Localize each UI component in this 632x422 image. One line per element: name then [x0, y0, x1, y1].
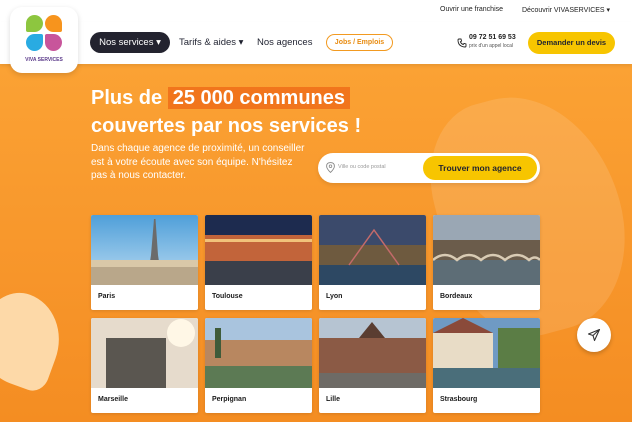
logo-leaf-icon: [26, 15, 43, 32]
nav-agences[interactable]: Nos agences: [257, 32, 312, 53]
city-name: Lille: [326, 396, 341, 403]
logo-bottle-icon: [45, 15, 62, 32]
city-name: Lyon: [326, 293, 343, 300]
agency-search: Ville ou code postal Trouver mon agence: [318, 153, 540, 183]
city-card-strasbourg[interactable]: Strasbourg: [433, 318, 540, 413]
find-agency-button[interactable]: Trouver mon agence: [423, 156, 537, 180]
paper-plane-icon: [587, 328, 601, 342]
jobs-button[interactable]: Jobs / Emplois: [326, 34, 393, 51]
city-card-marseille[interactable]: Marseille: [91, 318, 198, 413]
nav-services[interactable]: Nos services ▾: [90, 32, 170, 53]
city-name: Toulouse: [212, 293, 243, 300]
city-card-lille[interactable]: Lille: [319, 318, 426, 413]
city-card-toulouse[interactable]: Toulouse: [205, 215, 312, 310]
logo-person-icon: [45, 34, 62, 51]
main-nav: Nos services ▾ Tarifs & aides ▾ Nos agen…: [0, 22, 632, 64]
city-name: Perpignan: [212, 396, 247, 403]
location-pin-icon: [326, 162, 335, 173]
hero-title-prefix: Plus de: [91, 87, 168, 109]
decorative-map-shape: [412, 74, 632, 354]
city-card-bordeaux[interactable]: Bordeaux: [433, 215, 540, 310]
phone-icon: [457, 38, 467, 48]
city-card-paris[interactable]: Paris: [91, 215, 198, 310]
decorative-blob: [0, 283, 73, 395]
hero-title-line2: couvertes par nos services !: [91, 115, 362, 137]
search-input[interactable]: Ville ou code postal: [338, 164, 386, 170]
phone-subtitle: prix d'un appel local: [469, 43, 514, 49]
city-photo: [433, 215, 540, 285]
city-photo: [319, 318, 426, 388]
city-card-perpignan[interactable]: Perpignan: [205, 318, 312, 413]
city-photo: [319, 215, 426, 285]
hero-section: Plus de 25 000 communes couvertes par no…: [0, 64, 632, 422]
franchise-link[interactable]: Ouvrir une franchise: [440, 6, 503, 13]
city-photo: [205, 215, 312, 285]
utility-bar: Ouvrir une franchise Découvrir VIVASERVI…: [0, 0, 632, 22]
hero-title: Plus de 25 000 communes couvertes par no…: [91, 84, 361, 140]
hero-description: Dans chaque agence de proximité, un cons…: [91, 143, 305, 181]
city-name: Bordeaux: [440, 293, 473, 300]
city-photo: [91, 318, 198, 388]
logo-plane-icon: [26, 34, 43, 51]
city-name: Paris: [98, 293, 116, 300]
city-photo: [91, 215, 198, 285]
logo-text: VIVA SERVICES: [25, 57, 63, 63]
city-photo: [205, 318, 312, 388]
hero-title-highlight: 25 000 communes: [167, 87, 351, 109]
discover-menu[interactable]: Découvrir VIVASERVICES ▾: [522, 6, 610, 14]
city-name: Strasbourg: [440, 396, 478, 403]
city-name: Marseille: [98, 396, 128, 403]
quote-button[interactable]: Demander un devis: [528, 32, 615, 54]
city-photo: [433, 318, 540, 388]
vivaservices-logo[interactable]: VIVA SERVICES: [10, 7, 78, 73]
phone-number[interactable]: 09 72 51 69 53: [469, 34, 516, 41]
city-card-lyon[interactable]: Lyon: [319, 215, 426, 310]
nav-tarifs[interactable]: Tarifs & aides ▾: [179, 32, 243, 53]
send-button[interactable]: [577, 318, 611, 352]
